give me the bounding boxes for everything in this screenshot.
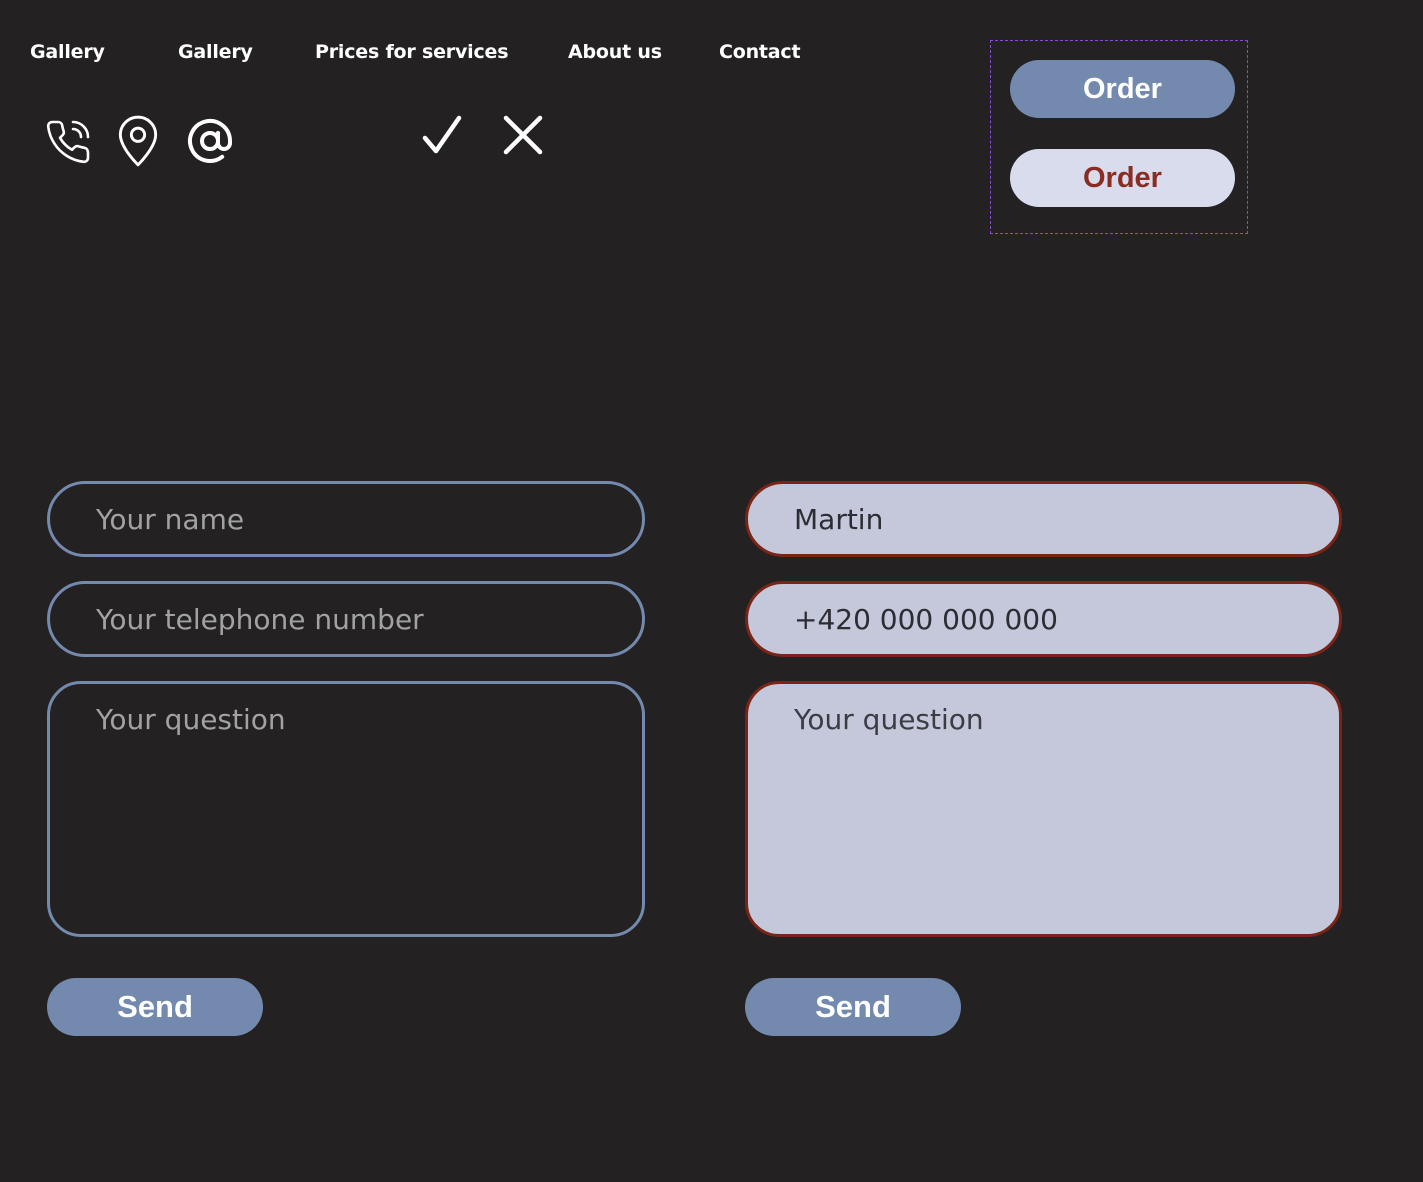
order-button-secondary[interactable]: Order [1010, 149, 1235, 207]
nav-link-contact[interactable]: Contact [719, 40, 801, 64]
map-pin-icon[interactable] [113, 114, 163, 168]
question-textarea-filled[interactable] [745, 681, 1342, 937]
question-textarea[interactable] [47, 681, 645, 937]
phone-input[interactable] [47, 581, 645, 657]
name-input-filled[interactable] [745, 481, 1342, 557]
nav-link-gallery-2[interactable]: Gallery [178, 40, 253, 64]
send-button[interactable]: Send [47, 978, 263, 1036]
nav-link-gallery[interactable]: Gallery [30, 40, 105, 64]
checkmark-icon [420, 114, 464, 158]
phone-icon[interactable] [44, 118, 92, 166]
at-sign-icon[interactable] [186, 117, 234, 165]
nav-link-prices[interactable]: Prices for services [315, 40, 509, 64]
nav-link-about[interactable]: About us [568, 40, 662, 64]
send-button-filled[interactable]: Send [745, 978, 961, 1036]
name-input[interactable] [47, 481, 645, 557]
order-button-primary[interactable]: Order [1010, 60, 1235, 118]
phone-input-filled[interactable] [745, 581, 1342, 657]
close-icon[interactable] [502, 114, 544, 156]
